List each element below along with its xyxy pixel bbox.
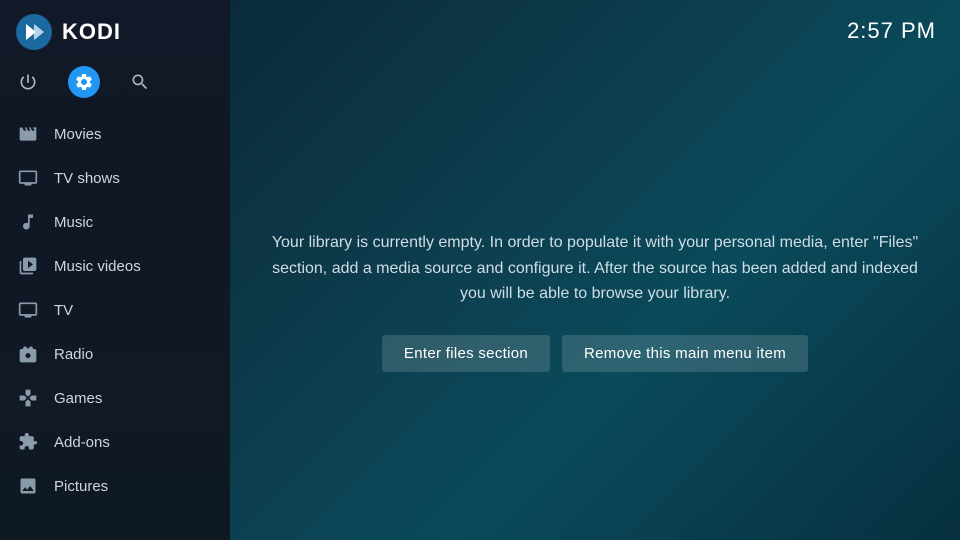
app-title: KODI	[62, 19, 121, 45]
empty-library-message: Your library is currently empty. In orde…	[270, 230, 920, 372]
sidebar: KODI Movies TV shows	[0, 0, 230, 540]
sidebar-label-pictures: Pictures	[54, 478, 108, 495]
sidebar-label-tv: TV	[54, 302, 73, 319]
tv-shows-icon	[16, 166, 40, 190]
sidebar-label-music-videos: Music videos	[54, 258, 141, 275]
sidebar-label-movies: Movies	[54, 126, 102, 143]
sidebar-item-add-ons[interactable]: Add-ons	[0, 420, 230, 464]
sidebar-label-radio: Radio	[54, 346, 93, 363]
sidebar-item-tv[interactable]: TV	[0, 288, 230, 332]
games-icon	[16, 386, 40, 410]
enter-files-button[interactable]: Enter files section	[382, 335, 550, 372]
sidebar-label-games: Games	[54, 390, 102, 407]
top-bar: 2:57 PM	[230, 0, 960, 62]
tv-icon	[16, 298, 40, 322]
sidebar-label-tv-shows: TV shows	[54, 170, 120, 187]
action-buttons: Enter files section Remove this main men…	[270, 335, 920, 372]
power-button[interactable]	[12, 66, 44, 98]
music-videos-icon	[16, 254, 40, 278]
settings-button[interactable]	[68, 66, 100, 98]
addons-icon	[16, 430, 40, 454]
library-empty-text: Your library is currently empty. In orde…	[270, 230, 920, 307]
search-button[interactable]	[124, 66, 156, 98]
sidebar-item-pictures[interactable]: Pictures	[0, 464, 230, 508]
sidebar-item-movies[interactable]: Movies	[0, 112, 230, 156]
app-header: KODI	[0, 0, 230, 60]
content-area: Your library is currently empty. In orde…	[230, 62, 960, 540]
movies-icon	[16, 122, 40, 146]
main-content: 2:57 PM Your library is currently empty.…	[230, 0, 960, 540]
kodi-logo-icon	[16, 14, 52, 50]
top-icon-bar	[0, 60, 230, 112]
sidebar-item-games[interactable]: Games	[0, 376, 230, 420]
remove-menu-item-button[interactable]: Remove this main menu item	[562, 335, 808, 372]
sidebar-item-music-videos[interactable]: Music videos	[0, 244, 230, 288]
pictures-icon	[16, 474, 40, 498]
sidebar-item-tv-shows[interactable]: TV shows	[0, 156, 230, 200]
nav-menu: Movies TV shows Music Music videos TV	[0, 112, 230, 540]
sidebar-label-add-ons: Add-ons	[54, 434, 110, 451]
radio-icon	[16, 342, 40, 366]
music-icon	[16, 210, 40, 234]
sidebar-item-music[interactable]: Music	[0, 200, 230, 244]
sidebar-item-radio[interactable]: Radio	[0, 332, 230, 376]
time-display: 2:57 PM	[847, 18, 936, 44]
sidebar-label-music: Music	[54, 214, 93, 231]
